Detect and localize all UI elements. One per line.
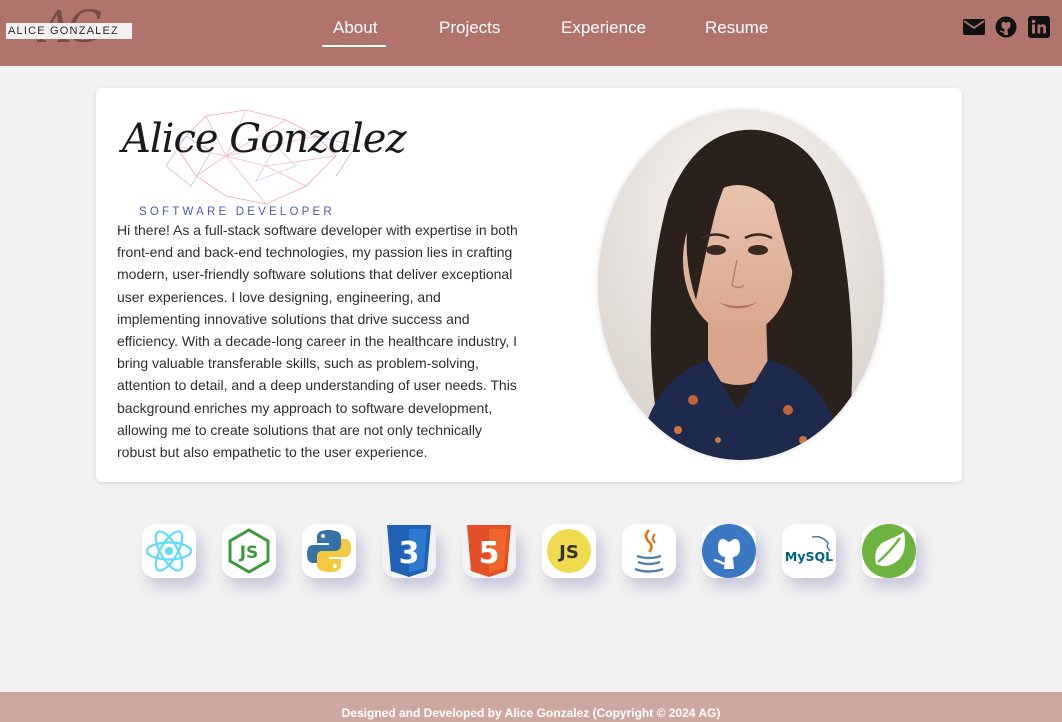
active-nav-indicator bbox=[322, 45, 386, 47]
mysql-icon: MySQL bbox=[782, 524, 836, 578]
nodejs-text: JS bbox=[239, 543, 259, 563]
signature-title: SOFTWARE DEVELOPER bbox=[139, 206, 335, 218]
nav-projects[interactable]: Projects bbox=[439, 18, 500, 38]
about-card: Alice Gonzalez SOFTWARE DEVELOPER Hi the… bbox=[96, 88, 962, 482]
nav-experience[interactable]: Experience bbox=[561, 18, 646, 38]
top-navbar: AG ALICE GONZALEZ About Projects Experie… bbox=[0, 0, 1062, 66]
footer-copyright: Designed and Developed by Alice Gonzalez… bbox=[341, 706, 721, 720]
html5-text: 5 bbox=[479, 536, 500, 571]
java-icon bbox=[622, 524, 676, 578]
linkedin-icon[interactable] bbox=[1028, 16, 1050, 38]
javascript-text: JS bbox=[557, 542, 579, 563]
brand-logo[interactable]: AG ALICE GONZALEZ bbox=[6, 2, 134, 54]
css3-text: 3 bbox=[399, 536, 420, 571]
mail-icon[interactable] bbox=[963, 16, 985, 38]
github-icon[interactable] bbox=[995, 16, 1017, 38]
github-skill-icon bbox=[702, 524, 756, 578]
spring-icon bbox=[862, 524, 916, 578]
nodejs-icon: JS bbox=[222, 524, 276, 578]
signature-logo: Alice Gonzalez SOFTWARE DEVELOPER bbox=[116, 106, 407, 218]
brand-name: ALICE GONZALEZ bbox=[6, 23, 132, 39]
signature-name: Alice Gonzalez bbox=[122, 116, 407, 162]
nav-about[interactable]: About bbox=[333, 18, 377, 38]
react-icon bbox=[142, 524, 196, 578]
nav-resume[interactable]: Resume bbox=[705, 18, 768, 38]
css3-icon: 3 bbox=[382, 524, 436, 578]
footer: Designed and Developed by Alice Gonzalez… bbox=[0, 692, 1062, 722]
profile-photo bbox=[598, 110, 884, 460]
bio-text: Hi there! As a full-stack software devel… bbox=[117, 222, 518, 461]
javascript-icon: JS bbox=[542, 524, 596, 578]
python-icon bbox=[302, 524, 356, 578]
html5-icon: 5 bbox=[462, 524, 516, 578]
mysql-text: MySQL bbox=[785, 549, 833, 564]
